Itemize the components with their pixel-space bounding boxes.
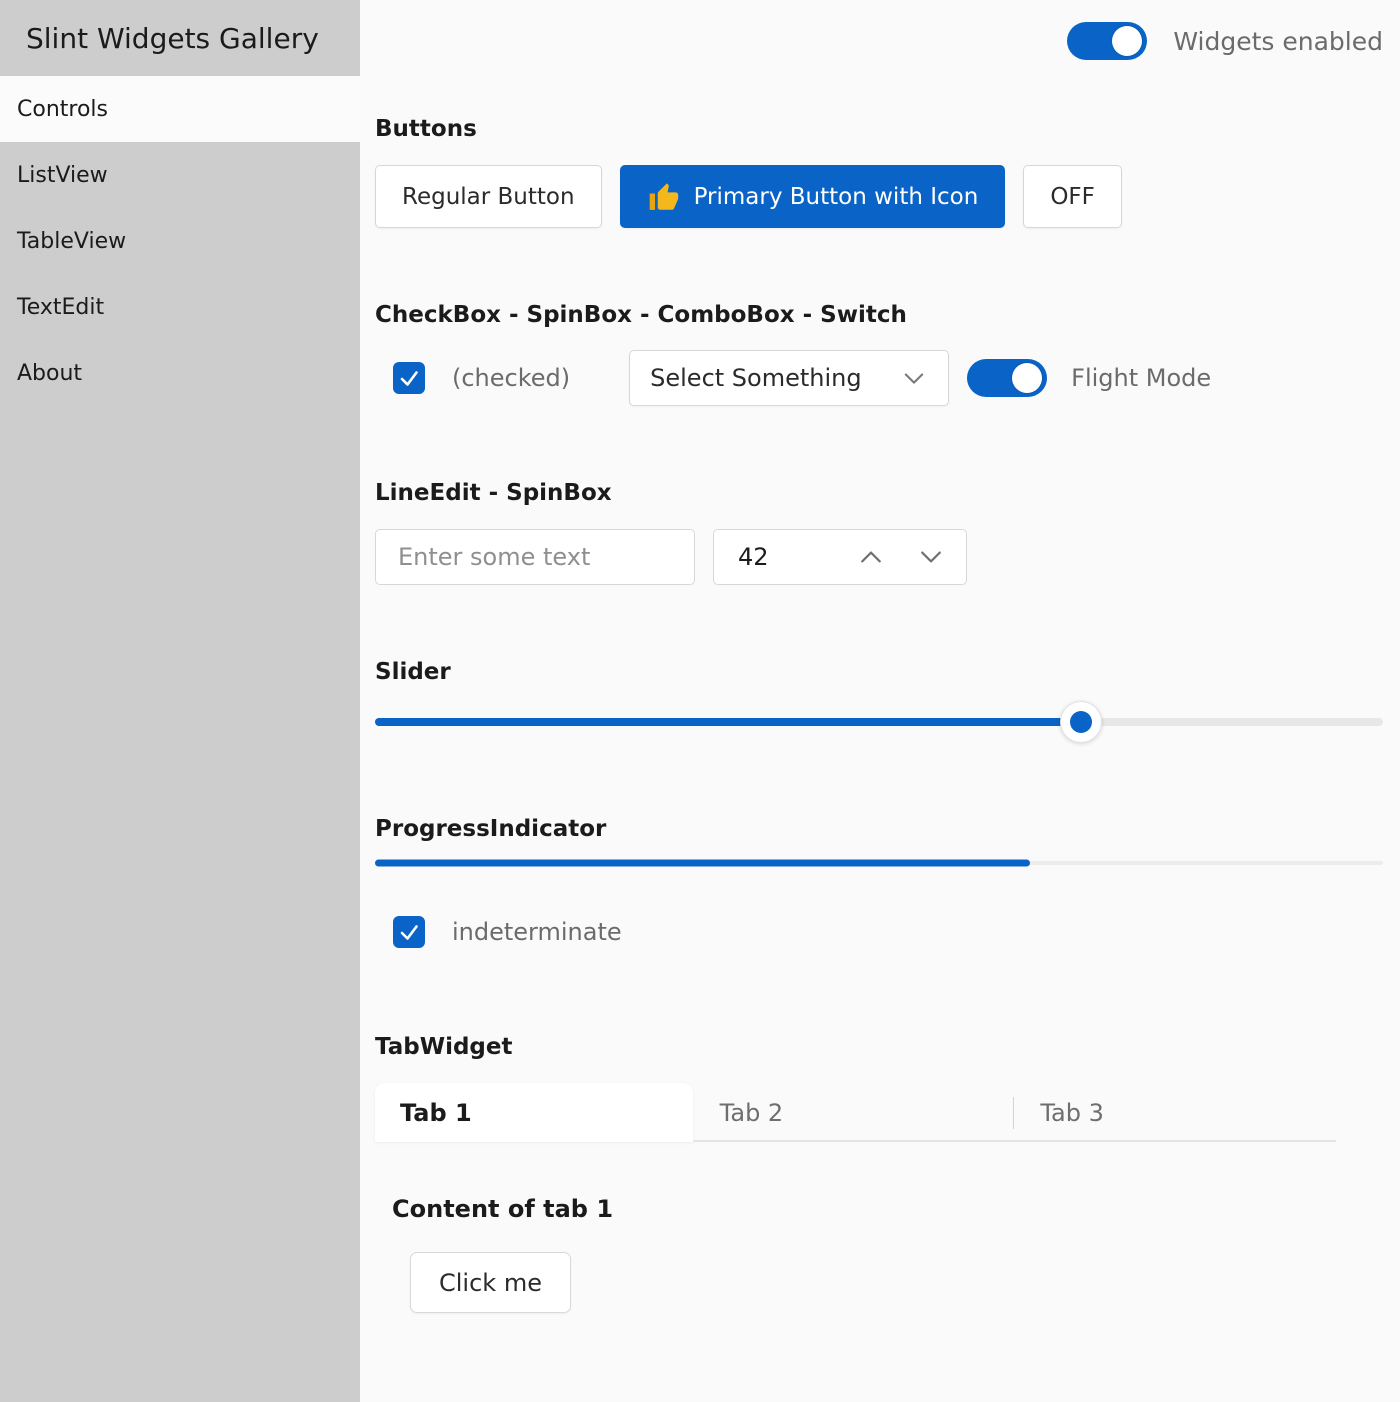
checked-checkbox[interactable]: (checked) bbox=[393, 362, 570, 394]
tab-label: Tab 2 bbox=[720, 1099, 784, 1127]
indeterminate-row: indeterminate bbox=[375, 916, 1383, 948]
inputs-row bbox=[375, 529, 1383, 585]
chevron-up-icon bbox=[856, 542, 886, 572]
lineedit-section-title: LineEdit - SpinBox bbox=[375, 476, 1383, 510]
tab-1[interactable]: Tab 1 bbox=[375, 1083, 693, 1142]
buttons-row: Regular Button Primary Button with Icon … bbox=[375, 165, 1383, 228]
sidebar-item-controls[interactable]: Controls bbox=[0, 76, 360, 142]
indeterminate-checkbox[interactable]: indeterminate bbox=[393, 916, 622, 948]
lineedit-input[interactable] bbox=[375, 529, 695, 585]
switch-knob bbox=[1012, 363, 1042, 393]
sidebar-item-listview[interactable]: ListView bbox=[0, 142, 360, 208]
buttons-section-title: Buttons bbox=[375, 112, 1383, 146]
progress-indicator bbox=[375, 859, 1383, 867]
slider[interactable] bbox=[375, 702, 1383, 742]
primary-button[interactable]: Primary Button with Icon bbox=[620, 165, 1006, 228]
combobox-value: Select Something bbox=[650, 364, 861, 392]
slider-handle[interactable] bbox=[1060, 701, 1102, 743]
flight-mode-label: Flight Mode bbox=[1071, 364, 1211, 392]
sidebar-item-about[interactable]: About bbox=[0, 340, 360, 406]
app-title: Slint Widgets Gallery bbox=[0, 0, 360, 76]
slider-fill bbox=[375, 718, 1081, 726]
controls-section-title: CheckBox - SpinBox - ComboBox - Switch bbox=[375, 298, 1383, 332]
check-icon bbox=[397, 366, 421, 390]
sidebar-item-tableview[interactable]: TableView bbox=[0, 208, 360, 274]
indeterminate-label: indeterminate bbox=[452, 918, 622, 946]
sidebar: Slint Widgets Gallery Controls ListView … bbox=[0, 0, 360, 1402]
slider-section-title: Slider bbox=[375, 655, 1383, 689]
combobox[interactable]: Select Something bbox=[629, 350, 949, 406]
tabwidget-section-title: TabWidget bbox=[375, 1030, 1383, 1064]
click-me-button[interactable]: Click me bbox=[410, 1252, 571, 1313]
click-me-label: Click me bbox=[439, 1269, 542, 1297]
sidebar-item-label: TableView bbox=[17, 229, 126, 254]
tab-label: Tab 1 bbox=[400, 1099, 472, 1127]
check-icon bbox=[397, 920, 421, 944]
regular-button[interactable]: Regular Button bbox=[375, 165, 602, 228]
chevron-down-icon bbox=[900, 364, 928, 392]
progress-section-title: ProgressIndicator bbox=[375, 812, 1383, 846]
spinbox bbox=[713, 529, 967, 585]
tab-2[interactable]: Tab 2 bbox=[693, 1083, 1014, 1142]
chevron-down-icon bbox=[916, 542, 946, 572]
spinbox-decrement-button[interactable] bbox=[914, 540, 948, 574]
widgets-enabled-label: Widgets enabled bbox=[1173, 27, 1383, 56]
sidebar-item-label: ListView bbox=[17, 163, 108, 188]
checkbox-box bbox=[393, 916, 425, 948]
sidebar-item-label: About bbox=[17, 361, 82, 386]
tab-3[interactable]: Tab 3 bbox=[1014, 1083, 1336, 1142]
sidebar-item-label: Controls bbox=[17, 97, 108, 122]
slider-handle-dot bbox=[1070, 711, 1092, 733]
off-button-label: OFF bbox=[1050, 184, 1095, 210]
tab-bar: Tab 1 Tab 2 Tab 3 bbox=[375, 1083, 1336, 1142]
tab-label: Tab 3 bbox=[1040, 1099, 1104, 1127]
checkbox-box bbox=[393, 362, 425, 394]
regular-button-label: Regular Button bbox=[402, 184, 575, 210]
spinbox-increment-button[interactable] bbox=[854, 540, 888, 574]
spinbox-buttons bbox=[854, 540, 948, 574]
progress-fill bbox=[375, 860, 1030, 867]
primary-button-label: Primary Button with Icon bbox=[694, 184, 979, 210]
tabbar-underline bbox=[693, 1140, 1336, 1142]
main-content: Widgets enabled Buttons Regular Button P… bbox=[360, 0, 1400, 1402]
switch-knob bbox=[1112, 26, 1142, 56]
widgets-enabled-switch[interactable] bbox=[1067, 22, 1147, 60]
sidebar-item-textedit[interactable]: TextEdit bbox=[0, 274, 360, 340]
tab-content-title: Content of tab 1 bbox=[392, 1195, 1383, 1223]
off-button[interactable]: OFF bbox=[1023, 165, 1122, 228]
sidebar-item-label: TextEdit bbox=[17, 295, 104, 320]
flight-mode-switch[interactable] bbox=[967, 359, 1047, 397]
thumbs-up-icon bbox=[647, 180, 681, 214]
controls-row: (checked) Select Something Flight Mode bbox=[375, 350, 1383, 406]
checkbox-label: (checked) bbox=[452, 364, 570, 392]
spinbox-input[interactable] bbox=[738, 543, 818, 571]
header-row: Widgets enabled bbox=[375, 22, 1383, 60]
